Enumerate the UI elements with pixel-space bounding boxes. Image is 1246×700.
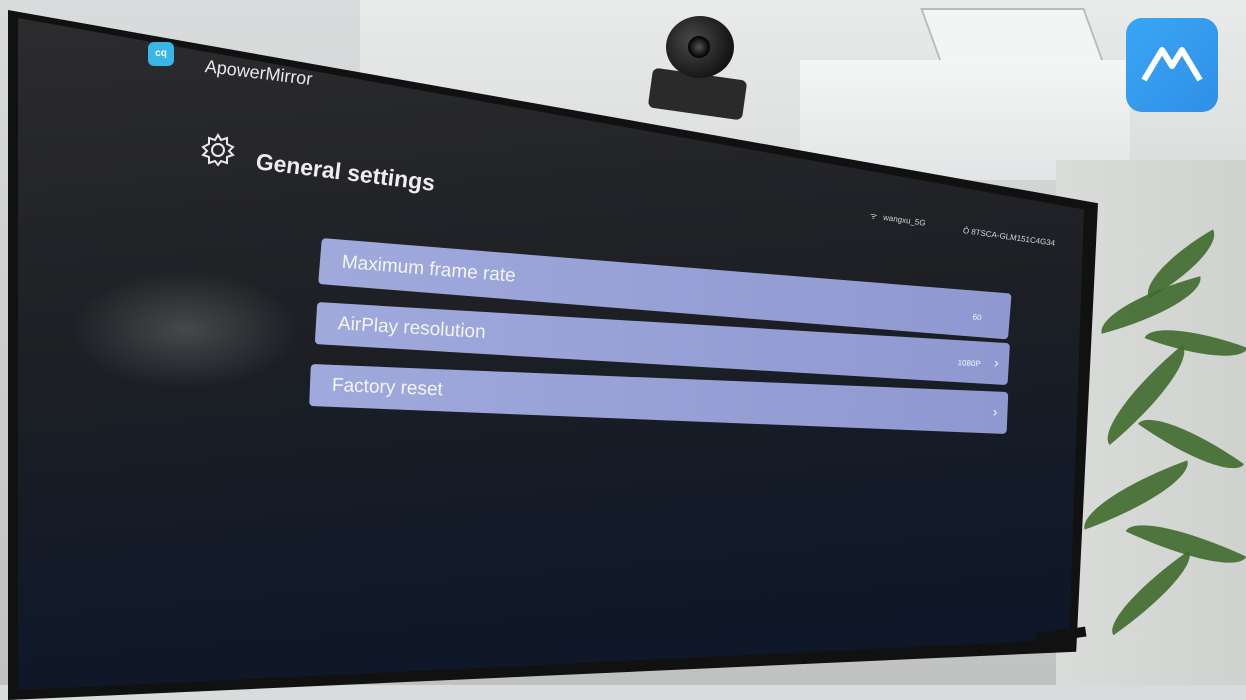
setting-value: 60: [972, 312, 982, 323]
setting-value: 1080P: [957, 358, 982, 369]
setting-label: Maximum frame rate: [341, 251, 517, 287]
wifi-icon: ᯤ: [869, 211, 878, 221]
webcam-lens: [688, 36, 710, 58]
apowermirror-badge-icon: [1126, 18, 1218, 112]
ceiling-light: [920, 8, 1104, 62]
plant: [1074, 229, 1246, 670]
setting-label: AirPlay resolution: [337, 313, 487, 344]
setting-label: Factory reset: [331, 374, 444, 401]
screen-glare: [70, 270, 300, 390]
gear-icon: [201, 133, 235, 167]
app-logo-icon: cq: [148, 42, 174, 66]
chevron-right-icon: ›: [993, 354, 1000, 371]
chevron-right-icon: ›: [992, 403, 998, 420]
